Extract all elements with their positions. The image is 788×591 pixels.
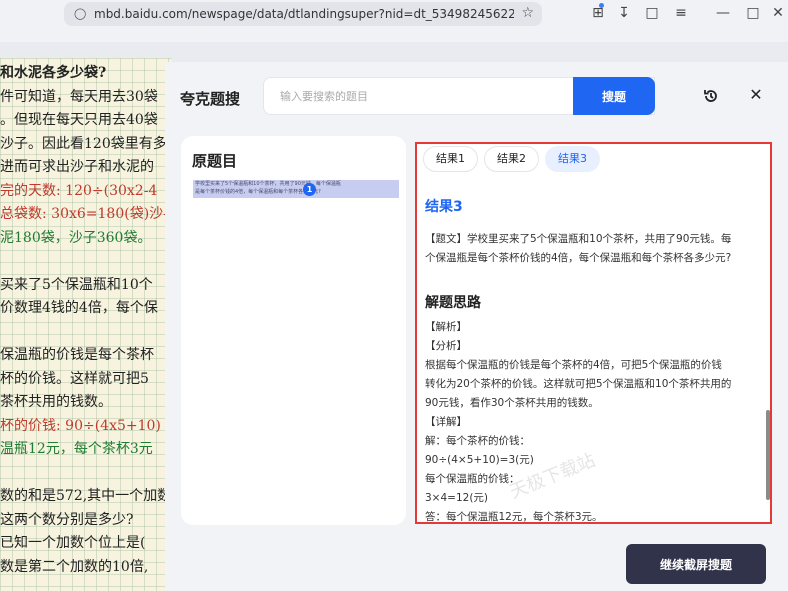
- close-icon[interactable]: ✕: [747, 85, 765, 104]
- notebook-line: 完的天数: 120÷(30x2-4: [0, 182, 158, 199]
- notebook-line: 数是第二个加数的10倍,: [0, 558, 149, 575]
- original-title: 原题目: [192, 152, 238, 170]
- result-card: 结果1 结果2 结果3 结果3 【题文】学校里买来了5个保温瓶和10个茶杯，共用了9…: [415, 142, 772, 524]
- notebook-line: 。但现在每天只用去40袋: [0, 112, 158, 128]
- extensions-icon[interactable]: ⊞: [589, 4, 607, 22]
- analysis-line: 【解析】: [425, 321, 467, 333]
- continue-screenshot-search-button[interactable]: 继续截屏搜题: [626, 544, 766, 584]
- notebook-line: 这两个数分别是多少?: [0, 511, 134, 528]
- analysis-line: 90元钱，看作30个茶杯共用的钱数。: [425, 397, 599, 409]
- analysis-line: 解：每个茶杯的价钱：: [425, 435, 530, 447]
- shield-icon: ◯: [74, 7, 87, 20]
- notebook-line: 泥180袋，沙子360袋。: [0, 229, 152, 246]
- history-icon[interactable]: [702, 87, 720, 105]
- solution-analysis: 【解析】【分析】根据每个保温瓶的价钱是每个茶杯的4倍，可把5个保温瓶的价钱 转化为…: [425, 318, 765, 523]
- minimize-icon[interactable]: —: [714, 4, 732, 22]
- notebook-line: 保温瓶的价钱是每个茶杯: [0, 347, 154, 363]
- notebook-line: 总袋数: 30x6=180(袋)沙-: [0, 206, 168, 222]
- analysis-line: 【详解】: [425, 416, 467, 428]
- notebook-line: 和水泥各多少袋?: [0, 65, 107, 81]
- analysis-line: 3×4=12(元): [425, 492, 489, 504]
- maximize-icon[interactable]: □: [744, 4, 762, 22]
- tab-result-2[interactable]: 结果2: [484, 146, 539, 172]
- tab-result-3[interactable]: 结果3: [545, 146, 600, 172]
- question-text: 【题文】学校里买来了5个保温瓶和10个茶杯，共用了90元钱。每 个保温瓶是每个茶…: [425, 233, 732, 264]
- browser-toolbar: ◯ mbd.baidu.com/newspage/data/dtlandings…: [0, 0, 788, 42]
- download-icon[interactable]: ↧: [615, 4, 633, 22]
- analysis-line: 转化为20个茶杯的价钱。这样就可把5个保温瓶和10个茶杯共用的: [425, 378, 732, 390]
- question-number-badge: 1: [303, 183, 316, 196]
- notebook-page: 和水泥各多少袋? 件可知道，每天用去30袋 。但现在每天只用去40袋 沙子。因此看12…: [0, 58, 172, 591]
- notebook-line: 杯的价钱: 90÷(4x5+10): [0, 417, 161, 434]
- notebook-line: 杯的价钱。这样就可把5: [0, 370, 149, 387]
- analysis-line: 答：每个保温瓶12元，每个茶杯3元。: [425, 511, 603, 523]
- notebook-line: 数的和是572,其中一个加数: [0, 488, 172, 504]
- notebook-line: 件可知道，每天用去30袋: [0, 88, 158, 105]
- star-icon[interactable]: ☆: [521, 5, 534, 21]
- search-button[interactable]: 搜题: [573, 77, 655, 115]
- analysis-line: 【分析】: [425, 340, 467, 352]
- result-tabs: 结果1 结果2 结果3: [423, 146, 600, 172]
- brand-title: 夸克题搜: [180, 90, 241, 108]
- solution-section-title: 解题思路: [425, 295, 481, 311]
- quark-search-panel: 夸克题搜 搜题 ✕ 原题目 学校里买来了5个保温瓶和10个茶杯，共用了90元钱。…: [165, 62, 788, 591]
- notebook-line: 价数理4钱的4倍，每个保: [0, 300, 158, 316]
- original-question-card: 原题目 学校里买来了5个保温瓶和10个茶杯，共用了90元钱。每个保温瓶 是每个茶…: [181, 136, 406, 525]
- original-screenshot[interactable]: 学校里买来了5个保温瓶和10个茶杯，共用了90元钱。每个保温瓶 是每个茶杯价钱的…: [193, 180, 399, 198]
- notebook-line: 已知一个加数个位上是(: [0, 535, 146, 551]
- analysis-line: 每个保温瓶的价钱：: [425, 473, 520, 485]
- bookmark-icon[interactable]: □: [643, 4, 661, 22]
- notebook-line: 买来了5个保温瓶和10个: [0, 276, 153, 293]
- url-text[interactable]: mbd.baidu.com/newspage/data/dtlandingsup…: [94, 7, 514, 21]
- tab-result-1[interactable]: 结果1: [423, 146, 478, 172]
- notebook-line: 沙子。因此看120袋里有多: [0, 135, 167, 152]
- notebook-line: 茶杯共用的钱数。: [0, 394, 112, 410]
- menu-icon[interactable]: ≡: [672, 4, 690, 22]
- notification-dot: [599, 3, 604, 8]
- notebook-line: 温瓶12元，每个茶杯3元: [0, 441, 153, 457]
- analysis-line: 根据每个保温瓶的价钱是每个茶杯的4倍，可把5个保温瓶的价钱: [425, 359, 722, 371]
- address-bar[interactable]: ◯ mbd.baidu.com/newspage/data/dtlandings…: [64, 2, 542, 26]
- scrollbar[interactable]: [766, 410, 770, 500]
- result-title: 结果3: [425, 199, 463, 215]
- window-close-icon[interactable]: ✕: [769, 4, 787, 22]
- notebook-line: 进而可求出沙子和水泥的: [0, 159, 154, 175]
